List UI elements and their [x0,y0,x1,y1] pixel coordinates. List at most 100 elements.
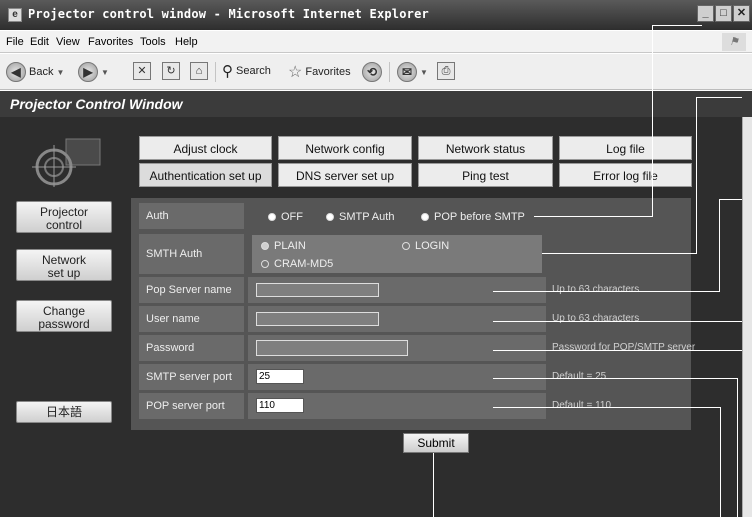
search-icon: ⚲ [222,63,233,80]
pop-server-port-input[interactable]: 110 [256,398,304,413]
back-button[interactable]: ◀ Back ▼ [6,62,64,82]
toolbar-divider [215,62,216,82]
vertical-scrollbar[interactable] [742,117,752,517]
home-icon: ⌂ [190,62,208,80]
radio-selected-icon [261,242,269,251]
menu-tools[interactable]: Tools [140,36,166,48]
favorites-button[interactable]: ☆ Favorites [288,62,351,82]
pop-server-port-hint: Default = 110 [552,400,612,411]
tab-ping-test[interactable]: Ping test [418,163,553,187]
callout-line [542,253,696,254]
chevron-down-icon: ▼ [101,67,109,77]
home-button[interactable]: ⌂ [190,62,208,80]
ie-app-icon: e [8,8,22,22]
nav-label-line2: control [45,218,83,232]
nav-label-line2: password [38,317,90,331]
user-name-label: User name [139,306,244,332]
auth-option-pop-label: POP before SMTP [434,211,525,223]
smtp-server-port-label: SMTP server port [139,364,244,390]
smth-option-cram-md5[interactable]: CRAM-MD5 [261,258,333,270]
callout-line [493,321,742,322]
forward-arrow-icon: ▶ [78,62,98,82]
radio-selected-icon [268,213,276,222]
history-button[interactable]: ⟲ [362,62,382,82]
menu-edit[interactable]: Edit [30,36,49,48]
smth-option-cram-label: CRAM-MD5 [274,258,334,270]
menu-help[interactable]: Help [175,36,198,48]
page-header: Projector Control Window [0,91,752,117]
search-label: Search [236,65,271,77]
smth-option-plain-label: PLAIN [274,240,306,252]
auth-option-off-label: OFF [281,211,303,223]
callout-line [696,97,742,98]
callout-line [720,407,721,517]
auth-options: OFF SMTP Auth POP before SMTP [248,203,541,229]
tab-network-status[interactable]: Network status [418,136,553,160]
auth-label: Auth [139,203,244,229]
tab-log-file[interactable]: Log file [559,136,692,160]
auth-option-pop-before-smtp[interactable]: POP before SMTP [421,211,525,223]
smth-option-login-label: LOGIN [415,240,450,252]
radio-icon [402,242,410,251]
history-icon: ⟲ [362,62,382,82]
pop-server-name-hint: Up to 63 characters [552,284,640,295]
toolbar-divider [389,62,390,82]
pop-server-port-label: POP server port [139,393,244,419]
menu-file[interactable]: File [6,36,24,48]
password-hint: Password for POP/SMTP server [552,342,696,353]
password-input[interactable] [256,340,408,356]
auth-option-off[interactable]: OFF [268,211,303,223]
callout-line [719,199,742,200]
stop-icon: ✕ [133,62,151,80]
search-button[interactable]: ⚲ Search [222,62,271,80]
menu-favorites[interactable]: Favorites [88,36,133,48]
projector-logo-icon [32,138,101,187]
password-label: Password [139,335,244,361]
submit-button[interactable]: Submit [403,433,469,453]
nav-change-password-button[interactable]: Change password [16,300,112,332]
smtp-server-port-input[interactable]: 25 [256,369,304,384]
page-title: Projector Control Window [10,96,183,112]
mail-button[interactable]: ✉ ▼ [397,62,428,82]
back-arrow-icon: ◀ [6,62,26,82]
chevron-down-icon: ▼ [420,67,428,77]
windows-logo-icon: ⚑ [722,33,746,51]
callout-line [719,199,720,292]
auth-option-smtp-label: SMTP Auth [339,211,395,223]
callout-line [534,216,652,217]
maximize-icon[interactable]: □ [715,5,732,22]
smth-auth-options: PLAIN LOGIN CRAM-MD5 [252,235,542,273]
nav-network-setup-button[interactable]: Network set up [16,249,112,281]
forward-button[interactable]: ▶ ▼ [78,62,109,82]
print-button[interactable]: ⎙ [437,62,455,80]
menu-bar: File Edit View Favorites Tools Help ⚑ [0,31,752,53]
auth-option-smtp[interactable]: SMTP Auth [326,211,394,223]
back-label: Back [29,66,54,78]
tab-error-log-file[interactable]: Error log file [559,163,692,187]
radio-icon [261,260,269,269]
nav-projector-control-button[interactable]: Projector control [16,201,112,233]
tab-network-config[interactable]: Network config [278,136,412,160]
smth-option-login[interactable]: LOGIN [402,240,449,252]
callout-line [493,291,719,292]
menu-view[interactable]: View [56,36,80,48]
refresh-icon: ↻ [162,62,180,80]
mail-icon: ✉ [397,62,417,82]
smth-auth-label: SMTH Auth [139,234,244,274]
smth-option-plain[interactable]: PLAIN [261,240,306,252]
minimize-icon[interactable]: _ [697,5,714,22]
browser-toolbar: ◀ Back ▼ ▶ ▼ ✕ ↻ ⌂ ⚲ Search ☆ Favorites … [0,54,752,90]
tab-dns-server-setup[interactable]: DNS server set up [278,163,412,187]
tab-adjust-clock[interactable]: Adjust clock [139,136,272,160]
user-name-input[interactable] [256,312,379,326]
radio-icon [421,213,429,222]
print-icon: ⎙ [437,62,455,80]
close-icon[interactable]: ✕ [733,5,750,22]
nav-japanese-button[interactable]: 日本語 [16,401,112,423]
tab-authentication-setup[interactable]: Authentication set up [139,163,272,187]
stop-button[interactable]: ✕ [133,62,151,80]
pop-server-name-input[interactable] [256,283,379,297]
user-name-hint: Up to 63 characters [552,313,640,324]
callout-line [493,407,720,408]
refresh-button[interactable]: ↻ [162,62,180,80]
